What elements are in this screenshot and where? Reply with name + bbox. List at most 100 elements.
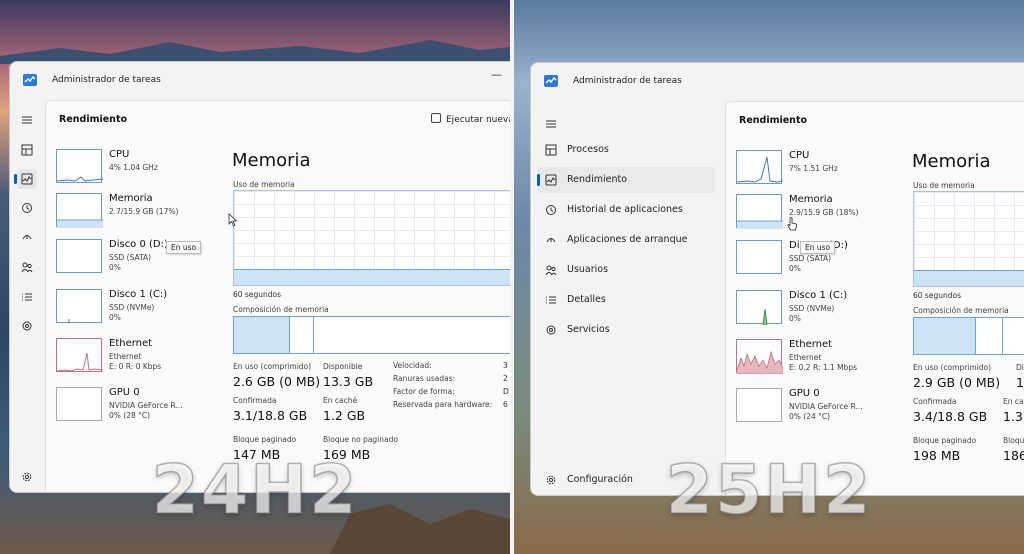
resource-card-gpu[interactable]: GPU 0 NVIDIA GeForce R... 0% (24 °C) — [736, 388, 896, 430]
details-icon — [546, 296, 556, 304]
card-title: Ethernet — [789, 339, 833, 350]
memory-detail: Memoria Uso de memoria 60 segundos Compo… — [903, 150, 1024, 495]
stat-cached: En caché1.3 GB — [1003, 397, 1024, 424]
task-manager-app-icon — [544, 75, 558, 87]
card-subtitle: SSD (NVMe) — [789, 304, 835, 313]
history-icon — [546, 205, 556, 215]
tooltip: En uso — [800, 241, 836, 254]
card-title: Memoria — [789, 194, 833, 205]
sidebar-item-details[interactable]: Detalles — [537, 287, 715, 313]
performance-panel: Rendimiento CPU 7% 1.51 GHz Memoria 2.9/… — [725, 101, 1024, 495]
ethernet-sparkline — [736, 339, 783, 374]
kv-reserved: Reservada para hardware: 6 — [393, 400, 508, 409]
card-title: CPU — [109, 149, 130, 160]
memory-usage-fill — [234, 269, 510, 285]
resource-card-disk1[interactable]: Disco 1 (C:) SSD (NVMe) 0% — [56, 289, 216, 331]
card-subtitle: SSD (NVMe) — [109, 303, 155, 312]
card-value: E: 0.2 R: 1.1 Mbps — [789, 363, 858, 372]
card-title: Memoria — [109, 193, 153, 204]
card-subtitle: Ethernet — [109, 352, 142, 361]
memory-title: Memoria — [232, 150, 311, 171]
performance-icon — [545, 174, 557, 186]
resource-card-ethernet[interactable]: Ethernet Ethernet E: 0 R: 0 Kbps — [56, 338, 216, 380]
task-manager-app-icon — [23, 74, 37, 86]
services-icon — [546, 325, 556, 335]
resource-card-gpu[interactable]: GPU 0 NVIDIA GeForce R... 0% (28 °C) — [56, 387, 216, 429]
left-screenshot-24h2: Administrador de tareas — Rendimiento Ej… — [0, 0, 510, 554]
nav-rail — [10, 100, 44, 492]
details-icon[interactable] — [17, 287, 37, 307]
memory-detail: Memoria Uso de memoria 60 segundos Compo… — [223, 149, 510, 492]
run-task-icon — [431, 113, 441, 123]
stat-committed: Confirmada 3.1/18.8 GB — [233, 396, 308, 423]
resource-card-cpu[interactable]: CPU 7% 1.51 GHz — [736, 150, 896, 192]
sidebar-item-startup-apps[interactable]: Aplicaciones de arranque — [537, 227, 715, 253]
card-value: 0% — [109, 263, 121, 272]
sidebar-item-label: Usuarios — [567, 264, 609, 275]
card-subtitle: 4% 1.04 GHz — [109, 163, 158, 172]
sidebar-item-processes[interactable]: Procesos — [537, 137, 715, 163]
kv-speed: Velocidad: 3 — [393, 361, 508, 370]
startup-icon[interactable] — [17, 227, 37, 247]
card-value: E: 0 R: 0 Kbps — [109, 362, 162, 371]
resource-card-disk1[interactable]: Disco 1 (C:) SSD (NVMe) 0% — [736, 290, 896, 332]
resource-card-ethernet[interactable]: Ethernet Ethernet E: 0.2 R: 1.1 Mbps — [736, 339, 896, 381]
sidebar-item-app-history[interactable]: Historial de aplicaciones — [537, 197, 715, 223]
card-subtitle: NVIDIA GeForce R... — [109, 401, 183, 410]
run-new-task-button[interactable]: Ejecutar nueva — [431, 113, 510, 125]
composition-modified — [976, 318, 1003, 354]
sidebar-item-label: Aplicaciones de arranque — [567, 234, 688, 245]
resource-card-memory[interactable]: Memoria 2.7/15.9 GB (17%) — [56, 193, 216, 235]
card-subtitle: 7% 1.51 GHz — [789, 164, 838, 173]
history-icon[interactable] — [17, 198, 37, 218]
hamburger-menu-icon[interactable] — [17, 110, 37, 130]
task-manager-window: Administrador de tareas Procesos Rendimi… — [530, 62, 1024, 496]
tooltip: En uso — [166, 241, 202, 254]
composition-in-use — [234, 317, 290, 353]
mouse-pointer-icon — [228, 213, 238, 227]
startup-icon — [546, 238, 556, 243]
card-value: 0% — [789, 314, 801, 323]
kv-slots: Ranuras usadas: 2 — [393, 374, 508, 383]
resource-card-memory[interactable]: Memoria 2.9/15.9 GB (18%) — [736, 194, 896, 236]
disk1-sparkline — [736, 290, 782, 325]
sidebar-item-label: Historial de aplicaciones — [567, 204, 683, 215]
card-title: GPU 0 — [109, 387, 140, 398]
card-subtitle: SSD (SATA) — [109, 253, 152, 262]
sidebar-item-users[interactable]: Usuarios — [537, 257, 715, 283]
card-value: 0% — [789, 264, 801, 273]
sidebar: Procesos Rendimiento Historial de aplica… — [531, 101, 723, 495]
card-subtitle: NVIDIA GeForce R... — [789, 402, 863, 411]
composition-modified — [290, 317, 314, 353]
page-heading: Rendimiento — [59, 114, 128, 125]
cpu-sparkline — [56, 149, 103, 183]
stat-committed: Confirmada 3.4/18.8 GB — [913, 397, 988, 424]
sidebar-item-label: Servicios — [567, 324, 610, 335]
gpu-sparkline — [736, 388, 782, 422]
services-icon[interactable] — [17, 316, 37, 336]
disk0-sparkline — [736, 240, 782, 274]
minimize-button[interactable]: — — [491, 69, 502, 80]
stat-available: Disponib13.0 — [1016, 363, 1024, 390]
title-bar: Administrador de tareas — — [10, 62, 510, 100]
kv-form-factor: Factor de forma: D — [393, 387, 509, 396]
card-title: Disco 1 (C:) — [109, 289, 168, 300]
sidebar-item-performance[interactable]: Rendimiento — [537, 167, 715, 193]
resource-card-cpu[interactable]: CPU 4% 1.04 GHz — [56, 149, 216, 191]
window-title: Administrador de tareas — [52, 75, 161, 85]
task-manager-window: Administrador de tareas — Rendimiento Ej… — [9, 61, 510, 493]
time-span-label: 60 segundos — [233, 290, 281, 299]
processes-icon[interactable] — [17, 140, 37, 160]
sidebar-item-services[interactable]: Servicios — [537, 317, 715, 343]
run-new-task-label: Ejecutar nueva — [446, 115, 510, 125]
sidebar-item-label: Procesos — [567, 144, 609, 155]
performance-icon[interactable] — [14, 169, 37, 189]
card-title: GPU 0 — [789, 388, 820, 399]
window-title: Administrador de tareas — [573, 76, 682, 86]
users-icon[interactable] — [17, 257, 37, 277]
sidebar-item-label: Rendimiento — [567, 174, 628, 185]
disk0-sparkline — [56, 239, 102, 273]
hamburger-menu-icon[interactable] — [537, 111, 563, 137]
time-span-label: 60 segundos — [913, 291, 961, 300]
page-heading: Rendimiento — [739, 115, 808, 126]
